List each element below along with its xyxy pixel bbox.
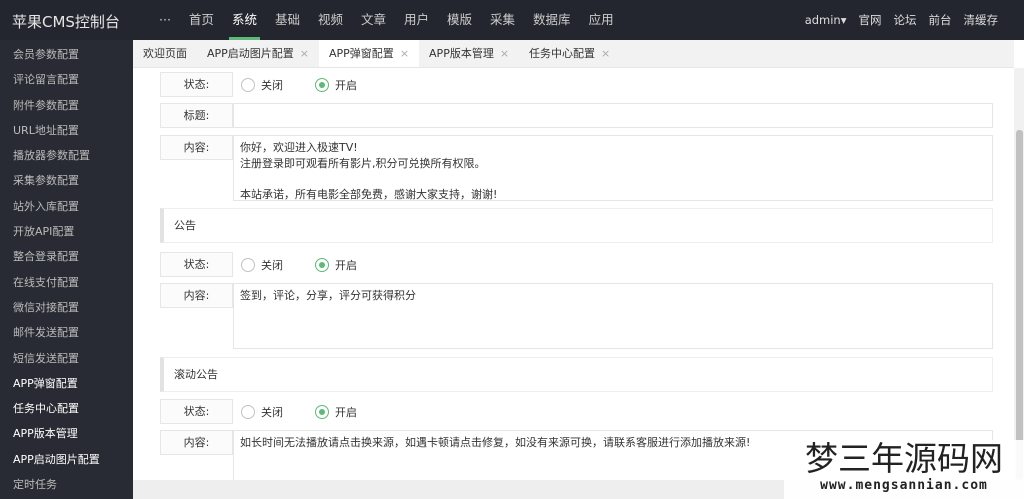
top-bar: 苹果CMS控制台 ··· 首页 系统 基础 视频 文章 用户 模版 采集 数据库… — [0, 0, 1024, 40]
nav-collect[interactable]: 采集 — [481, 0, 524, 40]
nav-database[interactable]: 数据库 — [524, 0, 580, 40]
tab-label: APP启动图片配置 — [207, 47, 294, 60]
sidebar-item[interactable]: 开放API配置 — [0, 219, 133, 244]
tab-label: 任务中心配置 — [529, 47, 596, 60]
sidebar-item[interactable]: 会员参数配置 — [0, 42, 133, 67]
status-label: 状态: — [160, 252, 233, 277]
sidebar-item[interactable]: 播放器参数配置 — [0, 143, 133, 168]
tab-app-popup[interactable]: APP弹窗配置 × — [319, 40, 420, 67]
more-menu[interactable]: ··· — [150, 0, 180, 40]
sidebar-item[interactable]: 采集参数配置 — [0, 168, 133, 193]
content-label: 内容: — [160, 135, 233, 160]
nav-article[interactable]: 文章 — [352, 0, 395, 40]
sidebar-item[interactable]: APP弹窗配置 — [0, 371, 133, 396]
radio-on[interactable]: 开启 — [315, 257, 357, 273]
sidebar-item[interactable]: 附件参数配置 — [0, 93, 133, 118]
title-input[interactable] — [233, 103, 993, 128]
sidebar-item[interactable]: URL地址配置 — [0, 118, 133, 143]
watermark: 梦三年源码网 www.mengsannian.com — [784, 440, 1024, 499]
app-title: 苹果CMS控制台 — [12, 13, 120, 31]
radio-off[interactable]: 关闭 — [241, 404, 283, 420]
scrollbar[interactable] — [1014, 68, 1024, 480]
radio-on[interactable]: 开启 — [315, 404, 357, 420]
content-label: 内容: — [160, 430, 233, 455]
tab-label: APP弹窗配置 — [329, 47, 394, 60]
nav-home[interactable]: 首页 — [180, 0, 223, 40]
radio-off[interactable]: 关闭 — [241, 77, 283, 93]
radio-label: 开启 — [335, 258, 357, 272]
sidebar-item[interactable]: 在线支付配置 — [0, 270, 133, 295]
tab-label: APP版本管理 — [429, 47, 494, 60]
notice-section-heading: 公告 — [160, 208, 993, 243]
watermark-title: 梦三年源码网 — [805, 439, 1003, 478]
radio-label: 关闭 — [261, 78, 283, 92]
radio-label: 关闭 — [261, 405, 283, 419]
sidebar-item[interactable]: 评论留言配置 — [0, 67, 133, 92]
nav-basic[interactable]: 基础 — [266, 0, 309, 40]
sidebar-item[interactable]: 整合登录配置 — [0, 244, 133, 269]
close-icon[interactable]: × — [400, 47, 409, 60]
title-label: 标题: — [160, 103, 233, 128]
close-icon[interactable]: × — [300, 47, 309, 60]
main-nav: ··· 首页 系统 基础 视频 文章 用户 模版 采集 数据库 应用 — [150, 0, 623, 40]
notice-content-textarea[interactable]: 签到，评论，分享，评分可获得积分 — [233, 283, 993, 349]
status-label: 状态: — [160, 72, 233, 97]
marquee-section-heading: 滚动公告 — [160, 357, 993, 392]
close-icon[interactable]: × — [500, 47, 509, 60]
radio-on[interactable]: 开启 — [315, 77, 357, 93]
nav-video[interactable]: 视频 — [309, 0, 352, 40]
content-label: 内容: — [160, 283, 233, 308]
sidebar-item[interactable]: 定时任务 — [0, 472, 133, 497]
sidebar-item[interactable]: 微信对接配置 — [0, 295, 133, 320]
sidebar-item[interactable]: APP启动图片配置 — [0, 447, 133, 472]
radio-label: 开启 — [335, 78, 357, 92]
watermark-url: www.mengsannian.com — [820, 478, 988, 493]
tab-app-splash[interactable]: APP启动图片配置 × — [197, 40, 319, 67]
marquee-status-row: 状态: 关闭 开启 — [160, 399, 993, 424]
nav-system[interactable]: 系统 — [223, 0, 266, 40]
sidebar-item[interactable]: 站外入库配置 — [0, 194, 133, 219]
nav-apps[interactable]: 应用 — [580, 0, 623, 40]
tab-welcome[interactable]: 欢迎页面 — [133, 40, 197, 67]
nav-user[interactable]: 用户 — [395, 0, 438, 40]
radio-label: 关闭 — [261, 258, 283, 272]
sidebar-item[interactable]: 短信发送配置 — [0, 346, 133, 371]
notice-status-row: 状态: 关闭 开启 — [160, 252, 993, 277]
radio-label: 开启 — [335, 405, 357, 419]
tab-task-center[interactable]: 任务中心配置 × — [519, 40, 620, 67]
scrollbar-thumb[interactable] — [1016, 130, 1023, 480]
sidebar: 会员参数配置 评论留言配置 附件参数配置 URL地址配置 播放器参数配置 采集参数配置 站外… — [0, 40, 133, 499]
sidebar-item[interactable]: APP版本管理 — [0, 421, 133, 446]
tab-label: 欢迎页面 — [143, 47, 187, 60]
popup-content-row: 内容: 你好，欢迎进入极速TV! 注册登录即可观看所有影片,积分可兑换所有权限。… — [160, 135, 993, 201]
radio-off[interactable]: 关闭 — [241, 257, 283, 273]
user-menu[interactable]: admin▾ — [799, 0, 853, 40]
status-label: 状态: — [160, 399, 233, 424]
user-links: admin▾ 官网 论坛 前台 清缓存 — [799, 0, 1004, 40]
popup-status-row: 状态: 关闭 开启 — [160, 72, 993, 97]
content-area: 状态: 关闭 开启 标题: 内容: 你好，欢迎进入极速TV! 注册登录即可观看所… — [133, 68, 1014, 480]
tab-bar: 欢迎页面 APP启动图片配置 × APP弹窗配置 × APP版本管理 × 任务中心配置… — [133, 40, 1014, 68]
close-icon[interactable]: × — [601, 47, 610, 60]
link-clear-cache[interactable]: 清缓存 — [958, 0, 1005, 40]
popup-content-textarea[interactable]: 你好，欢迎进入极速TV! 注册登录即可观看所有影片,积分可兑换所有权限。 本站承… — [233, 135, 993, 201]
sidebar-item[interactable]: 任务中心配置 — [0, 396, 133, 421]
popup-title-row: 标题: — [160, 103, 993, 128]
link-frontend[interactable]: 前台 — [923, 0, 958, 40]
sidebar-item[interactable]: 邮件发送配置 — [0, 320, 133, 345]
link-forum[interactable]: 论坛 — [888, 0, 923, 40]
link-official[interactable]: 官网 — [853, 0, 888, 40]
notice-content-row: 内容: 签到，评论，分享，评分可获得积分 — [160, 283, 993, 349]
nav-template[interactable]: 模版 — [438, 0, 481, 40]
tab-app-version[interactable]: APP版本管理 × — [419, 40, 519, 67]
